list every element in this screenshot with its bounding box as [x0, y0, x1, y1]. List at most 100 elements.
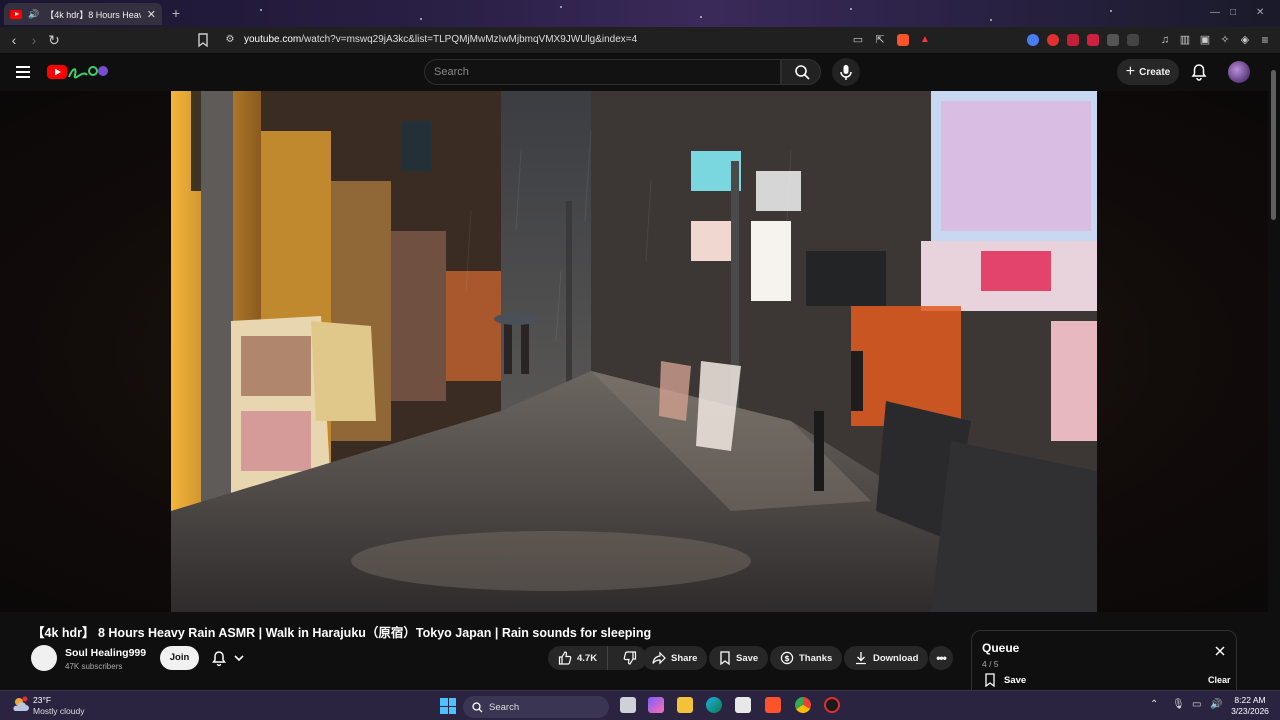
- scrollbar-thumb[interactable]: [1271, 70, 1276, 220]
- thumbs-down-icon: [623, 651, 637, 665]
- extension-2-icon[interactable]: [1047, 34, 1059, 46]
- media-icon[interactable]: ♫: [1157, 32, 1173, 48]
- url-field[interactable]: youtube.com/watch?v=mswq29jA3kc&list=TLP…: [244, 34, 637, 45]
- extension-5-icon[interactable]: [1107, 34, 1119, 46]
- search-button[interactable]: [781, 59, 821, 85]
- bookmark-icon[interactable]: [196, 32, 212, 48]
- weather-cloud-icon[interactable]: [11, 696, 31, 714]
- tray-chevron-icon[interactable]: ⌃: [1150, 699, 1158, 710]
- new-tab-button[interactable]: +: [168, 6, 184, 22]
- queue-panel: Queue 4 / 5 Save Clear: [971, 630, 1237, 692]
- vpn-icon[interactable]: ◈: [1237, 32, 1253, 48]
- queue-save-button[interactable]: Save: [984, 673, 1026, 687]
- extension-1-icon[interactable]: [1027, 34, 1039, 46]
- sidebar-icon[interactable]: ▥: [1177, 32, 1193, 48]
- forward-icon[interactable]: ›: [26, 32, 42, 48]
- thumbs-up-icon: [558, 651, 572, 665]
- menu-icon[interactable]: ≡: [1257, 32, 1273, 48]
- join-button[interactable]: Join: [160, 646, 199, 670]
- rewards-icon[interactable]: ▲: [920, 34, 932, 46]
- back-icon[interactable]: ‹: [6, 32, 22, 48]
- microphone-tray-icon[interactable]: 🎙: [1172, 699, 1185, 710]
- create-button[interactable]: + Create: [1117, 59, 1179, 85]
- subscription-bell-button[interactable]: [206, 646, 254, 670]
- thanks-icon: $: [780, 651, 794, 665]
- chrome-icon[interactable]: [795, 697, 811, 713]
- share-label: Share: [671, 652, 698, 664]
- like-count: 4.7K: [577, 652, 598, 664]
- weather-condition[interactable]: Mostly cloudy: [33, 706, 85, 716]
- like-button[interactable]: 4.7K: [548, 646, 609, 670]
- extension-6-icon[interactable]: [1127, 34, 1139, 46]
- thanks-label: Thanks: [799, 652, 833, 664]
- cast-icon[interactable]: ▭: [850, 32, 866, 48]
- browser-tab[interactable]: 🔊 【4k hdr】8 Hours Heavy Rain ✕: [4, 3, 162, 25]
- extension-3-icon[interactable]: [1067, 34, 1079, 46]
- minimize-icon[interactable]: —: [1210, 7, 1220, 18]
- file-explorer-icon[interactable]: [677, 697, 693, 713]
- video-title: 【4k hdr】 8 Hours Heavy Rain ASMR | Walk …: [32, 626, 652, 640]
- search-input[interactable]: Search: [424, 59, 781, 85]
- edge-icon[interactable]: [706, 697, 722, 713]
- share-icon: [652, 651, 666, 665]
- youtube-favicon-icon: [10, 9, 22, 19]
- leo-icon[interactable]: ✧: [1217, 32, 1233, 48]
- queue-title: Queue: [982, 641, 1020, 655]
- share-button[interactable]: Share: [642, 646, 708, 670]
- youtube-logo[interactable]: [47, 63, 109, 81]
- more-actions-button[interactable]: •••: [929, 646, 953, 670]
- extension-4-icon[interactable]: [1087, 34, 1099, 46]
- save-button[interactable]: Save: [709, 646, 769, 670]
- brave-shield-icon[interactable]: [897, 34, 909, 46]
- site-info-icon[interactable]: ⚙: [222, 32, 238, 48]
- store-icon[interactable]: [735, 697, 751, 713]
- hamburger-menu-icon[interactable]: [16, 66, 30, 78]
- clock-time: 8:22 AM: [1234, 695, 1266, 705]
- display-icon[interactable]: ▭: [1192, 699, 1201, 710]
- wallet-icon[interactable]: ▣: [1197, 32, 1213, 48]
- download-button[interactable]: Download: [844, 646, 929, 670]
- account-avatar[interactable]: [1228, 61, 1250, 83]
- bookmark-save-icon: [720, 651, 730, 665]
- search-icon: [795, 65, 810, 80]
- chevron-down-icon: [234, 655, 244, 662]
- share-page-icon[interactable]: ⇱: [872, 32, 888, 48]
- tab-title: 【4k hdr】8 Hours Heavy Rain: [45, 9, 141, 20]
- reload-icon[interactable]: ↻: [46, 32, 62, 48]
- close-icon[interactable]: [1214, 645, 1226, 657]
- taskbar-search[interactable]: Search: [463, 696, 609, 718]
- microphone-icon: [840, 65, 852, 80]
- youtube-header: Search + Create: [0, 53, 1280, 91]
- bookmark-icon: [985, 673, 995, 687]
- system-clock[interactable]: 8:22 AM 3/23/2026: [1228, 695, 1272, 717]
- voice-search-button[interactable]: [832, 58, 860, 86]
- obs-icon[interactable]: [824, 697, 840, 713]
- queue-save-label: Save: [1004, 674, 1027, 686]
- video-player[interactable]: [171, 91, 1097, 612]
- queue-position: 4 / 5: [982, 659, 999, 669]
- subscriber-count: 47K subscribers: [65, 662, 123, 671]
- channel-avatar[interactable]: [31, 645, 57, 671]
- copilot-icon[interactable]: [648, 697, 664, 713]
- taskbar: 23°F Mostly cloudy Search ⌃ 🎙 ▭ 🔊 8:22 A…: [0, 690, 1280, 720]
- page-scrollbar[interactable]: [1270, 60, 1277, 680]
- brave-icon[interactable]: [765, 697, 781, 713]
- weather-temperature[interactable]: 23°F: [33, 695, 51, 705]
- svg-text:$: $: [784, 654, 790, 663]
- notifications-icon[interactable]: [1191, 63, 1207, 81]
- bell-icon: [212, 651, 226, 667]
- queue-clear-button[interactable]: Clear: [1208, 675, 1231, 685]
- speaker-icon[interactable]: 🔊: [28, 9, 39, 20]
- search-icon: [472, 701, 483, 712]
- close-tab-icon[interactable]: ✕: [147, 8, 156, 21]
- thanks-button[interactable]: $ Thanks: [770, 646, 843, 670]
- video-frame: [171, 91, 1097, 612]
- windows-start-icon[interactable]: [440, 698, 456, 714]
- address-bar: ‹ › ↻ ⚙ youtube.com/watch?v=mswq29jA3kc&…: [0, 27, 1280, 53]
- more-horizontal-icon: •••: [936, 651, 947, 665]
- maximize-icon[interactable]: □: [1230, 7, 1236, 18]
- volume-icon[interactable]: 🔊: [1210, 699, 1222, 710]
- channel-name[interactable]: Soul Healing999: [65, 647, 146, 659]
- task-view-icon[interactable]: [620, 697, 636, 713]
- close-window-icon[interactable]: ✕: [1256, 7, 1264, 18]
